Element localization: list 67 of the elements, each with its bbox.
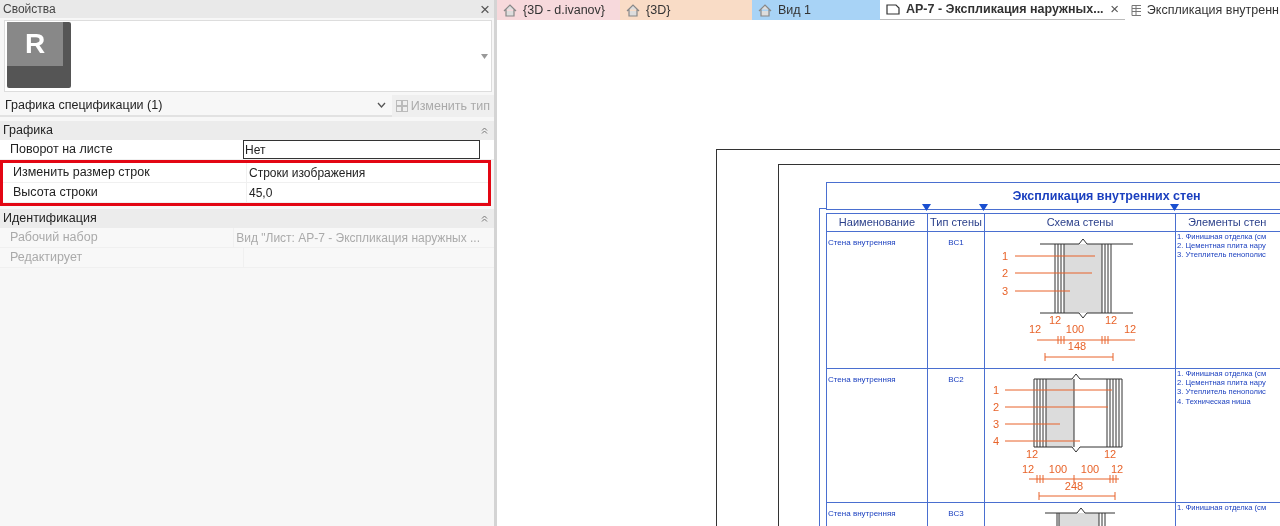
dimension-text: 148 bbox=[1067, 339, 1087, 352]
house-icon bbox=[626, 3, 640, 17]
table-cell: ВС1 bbox=[948, 237, 964, 247]
callout-number: 1 bbox=[1001, 249, 1009, 262]
table-cell: Стена внутренняя bbox=[828, 237, 896, 247]
table-icon bbox=[1131, 3, 1141, 17]
dimension-line bbox=[1044, 352, 1114, 361]
column-header: Схема стены bbox=[1046, 216, 1114, 228]
column-resize-handle[interactable] bbox=[979, 204, 988, 211]
dimension-text: 12 bbox=[1048, 313, 1062, 326]
dimension-text: 12 bbox=[1110, 462, 1124, 475]
dimension-text: 12 bbox=[1123, 322, 1137, 335]
collapse-icon[interactable] bbox=[481, 215, 488, 222]
dimension-text: 12 bbox=[1103, 447, 1117, 460]
dimension-text: 248 bbox=[1064, 479, 1084, 492]
dropdown-arrow-icon[interactable] bbox=[481, 53, 488, 59]
collapse-icon[interactable] bbox=[481, 127, 488, 134]
dimension-text: 12 bbox=[1025, 447, 1039, 460]
callout-number: 2 bbox=[1001, 266, 1009, 279]
leader-line bbox=[1014, 290, 1071, 291]
chevron-icon bbox=[376, 102, 386, 108]
property-label: Редактирует bbox=[9, 249, 84, 267]
column-header: Наименование bbox=[838, 216, 916, 228]
table-cell: ВС2 bbox=[948, 374, 964, 384]
app-logo: R bbox=[7, 22, 71, 88]
column-header: Элементы стен bbox=[1188, 216, 1267, 228]
property-label: Поворот на листе bbox=[9, 141, 114, 159]
dimension-text: 12 bbox=[1021, 462, 1035, 475]
property-value-field[interactable]: Нет bbox=[243, 140, 480, 159]
property-value: Строки изображения bbox=[249, 164, 366, 182]
house-icon bbox=[503, 3, 517, 17]
view-tab[interactable]: {3D - d.ivanov} bbox=[497, 0, 620, 20]
sheet-icon bbox=[886, 3, 900, 16]
column-resize-handle[interactable] bbox=[922, 204, 931, 211]
close-button[interactable]: × bbox=[478, 0, 492, 18]
section-header[interactable]: Идентификация bbox=[3, 209, 97, 228]
table-cell: Стена внутренняя bbox=[828, 374, 896, 384]
view-tab[interactable]: {3D} bbox=[620, 0, 752, 20]
property-label: Рабочий набор bbox=[9, 229, 99, 247]
dimension-text: 12 bbox=[1028, 322, 1042, 335]
section-header[interactable]: Графика bbox=[3, 121, 53, 140]
dimension-text: 100 bbox=[1080, 462, 1100, 475]
callout-number: 4 bbox=[992, 434, 1000, 447]
table-cell: ВС3 bbox=[948, 508, 964, 518]
panel-title: Свойства bbox=[3, 1, 56, 18]
callout-number: 2 bbox=[992, 400, 1000, 413]
close-tab-icon[interactable]: × bbox=[1110, 0, 1119, 20]
dimension-text: 100 bbox=[1065, 322, 1085, 335]
view-tab[interactable]: Вид 1 bbox=[752, 0, 880, 20]
grid-icon bbox=[395, 100, 408, 112]
leader-line bbox=[1004, 423, 1061, 424]
type-selector[interactable]: Графика спецификации (1) bbox=[0, 95, 392, 117]
callout-number: 1 bbox=[992, 383, 1000, 396]
callout-number: 3 bbox=[1001, 284, 1009, 297]
property-value: 45,0 bbox=[249, 184, 273, 202]
column-header: Тип стены bbox=[930, 216, 982, 228]
property-value: Вид "Лист: АР-7 - Экспликация наружных ... bbox=[236, 229, 480, 247]
wall-section-drawing bbox=[1044, 507, 1116, 526]
property-label: Высота строки bbox=[12, 184, 99, 202]
schedule-title: Экспликация внутренних стен bbox=[1012, 188, 1201, 203]
dimension-text: 100 bbox=[1048, 462, 1068, 475]
column-resize-handle[interactable] bbox=[1170, 204, 1179, 211]
dimension-text: 12 bbox=[1104, 313, 1118, 326]
table-cell: Стена внутренняя bbox=[828, 508, 896, 518]
house-icon bbox=[758, 3, 772, 17]
property-label: Изменить размер строк bbox=[12, 164, 151, 182]
callout-number: 3 bbox=[992, 417, 1000, 430]
